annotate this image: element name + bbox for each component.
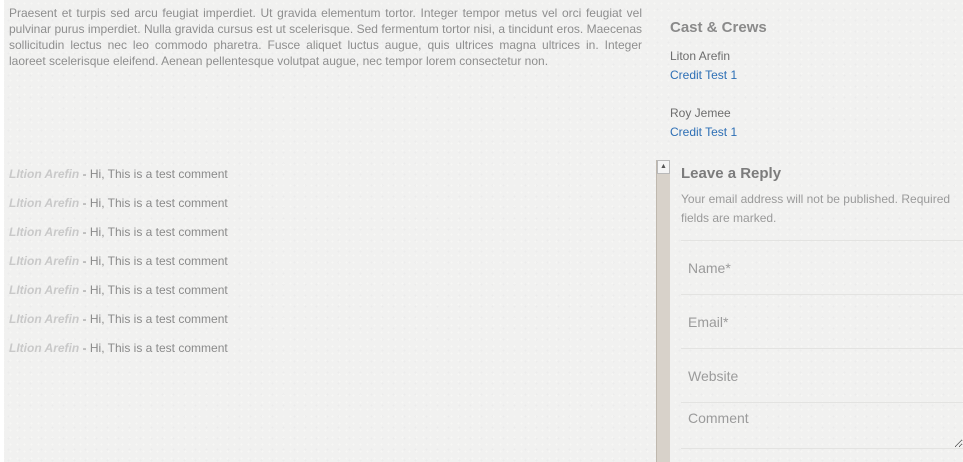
- article-intro-text: Praesent et turpis sed arcu feugiat impe…: [9, 6, 642, 68]
- comment-item: LItion Arefin - Hi, This is a test comme…: [9, 280, 228, 309]
- page-background: Praesent et turpis sed arcu feugiat impe…: [0, 0, 963, 462]
- field-divider: [681, 448, 963, 449]
- comment-author[interactable]: LItion Arefin: [9, 167, 79, 181]
- comment-item: LItion Arefin - Hi, This is a test comme…: [9, 338, 228, 367]
- comment-item: LItion Arefin - Hi, This is a test comme…: [9, 222, 228, 251]
- crew-credit-link[interactable]: Credit Test 1: [670, 123, 737, 142]
- comment-text: - Hi, This is a test comment: [79, 196, 228, 210]
- reply-required-note: Your email address will not be published…: [681, 192, 951, 225]
- comment-author[interactable]: LItion Arefin: [9, 254, 79, 268]
- crew-credit-link[interactable]: Credit Test 1: [670, 66, 737, 85]
- comment-text: - Hi, This is a test comment: [79, 225, 228, 239]
- name-input[interactable]: [681, 240, 963, 294]
- scrollbar[interactable]: ▲: [656, 160, 670, 462]
- comment-text: - Hi, This is a test comment: [79, 341, 228, 355]
- comment-text: - Hi, This is a test comment: [79, 312, 228, 326]
- crew-name: Liton Arefin: [670, 49, 731, 63]
- website-input[interactable]: [681, 348, 963, 402]
- comment-item: LItion Arefin - Hi, This is a test comme…: [9, 193, 228, 222]
- comment-text: - Hi, This is a test comment: [79, 283, 228, 297]
- crew-member: Roy Jemee Credit Test 1: [670, 104, 737, 142]
- comment-textarea[interactable]: [681, 402, 963, 448]
- comment-text: - Hi, This is a test comment: [79, 254, 228, 268]
- arrow-up-icon[interactable]: ▲: [657, 160, 670, 174]
- comment-list: LItion Arefin - Hi, This is a test comme…: [9, 164, 228, 367]
- left-edge-strip: [0, 0, 4, 462]
- comment-author[interactable]: LItion Arefin: [9, 341, 79, 355]
- comment-author[interactable]: LItion Arefin: [9, 225, 79, 239]
- comment-author[interactable]: LItion Arefin: [9, 283, 79, 297]
- comment-author[interactable]: LItion Arefin: [9, 196, 79, 210]
- crew-member: Liton Arefin Credit Test 1: [670, 47, 737, 85]
- comment-item: LItion Arefin - Hi, This is a test comme…: [9, 251, 228, 280]
- comment-item: LItion Arefin - Hi, This is a test comme…: [9, 164, 228, 193]
- leave-reply-title: Leave a Reply: [681, 165, 782, 182]
- comment-text: - Hi, This is a test comment: [79, 167, 228, 181]
- cast-crews-title: Cast & Crews: [670, 19, 767, 36]
- email-input[interactable]: [681, 294, 963, 348]
- crew-name: Roy Jemee: [670, 106, 731, 120]
- comment-item: LItion Arefin - Hi, This is a test comme…: [9, 309, 228, 338]
- comment-author[interactable]: LItion Arefin: [9, 312, 79, 326]
